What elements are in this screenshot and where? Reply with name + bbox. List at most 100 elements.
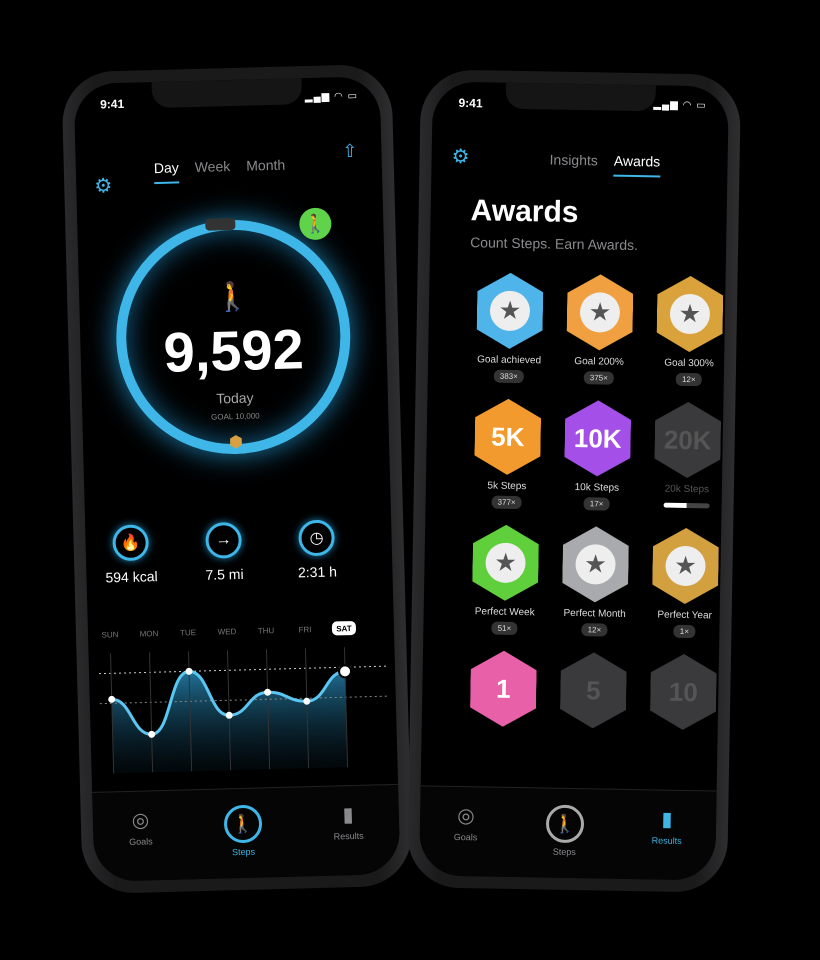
nav-steps[interactable]: 🚶 Steps <box>545 804 585 858</box>
badge-text: 10 <box>668 676 699 707</box>
awards-grid: ★ Goal achieved 383× ★ Goal 200% 375× ★ Goal 30… <box>458 272 729 737</box>
award-item[interactable]: ★ Goal 300% 12× <box>644 275 729 387</box>
award-count: 17× <box>583 497 610 511</box>
day-label-sun[interactable]: SUN <box>101 630 118 639</box>
award-count: 12× <box>675 372 702 387</box>
award-count: 12× <box>581 623 608 637</box>
award-name: Perfect Month <box>563 607 626 620</box>
award-count: 383× <box>493 369 524 384</box>
tab-month[interactable]: Month <box>246 157 286 182</box>
right-phone: 9:41 ▂▄▆ ◠ ▭ ⚙ Insights Awards Awards Co… <box>406 69 742 893</box>
nav-label: Goals <box>453 831 478 843</box>
day-label-sat[interactable]: SAT <box>336 624 352 633</box>
notch <box>505 82 656 112</box>
award-name: Goal achieved <box>477 354 542 367</box>
award-count: 377× <box>491 495 522 510</box>
star-icon: ★ <box>670 294 711 335</box>
bar-chart-icon: ▮ <box>661 808 673 831</box>
day-label-tue[interactable]: TUE <box>180 628 196 637</box>
distance-value: 7.5 mi <box>205 565 244 583</box>
tab-awards[interactable]: Awards <box>613 152 661 178</box>
award-name: 5k Steps <box>487 480 527 493</box>
clock-icon: ◷ <box>298 519 336 557</box>
award-item[interactable]: 5K 5k Steps 377× <box>462 398 554 510</box>
star-icon: ★ <box>575 544 616 585</box>
award-badge-icon: ★ <box>562 526 629 603</box>
stat-distance: → 7.5 mi <box>178 521 270 583</box>
goal-ring-remaining <box>205 217 236 231</box>
nav-label: Steps <box>231 846 256 858</box>
nav-results[interactable]: ▮ Results <box>652 806 683 846</box>
badge-text: 5 <box>585 674 601 705</box>
calories-value: 594 kcal <box>105 568 158 586</box>
nav-label: Steps <box>552 846 576 858</box>
star-icon: ★ <box>580 292 621 333</box>
gear-icon[interactable]: ⚙ <box>451 144 469 169</box>
award-badge-icon: 1 <box>470 650 537 727</box>
award-item[interactable]: 10K 10k Steps 17× <box>551 400 643 512</box>
award-item[interactable]: ★ Goal 200% 375× <box>554 274 646 386</box>
award-item[interactable]: 5 <box>548 652 639 736</box>
awards-tabs: Insights Awards <box>549 152 661 178</box>
bottom-nav: ◎ Goals 🚶 Steps ▮ Results <box>419 785 717 881</box>
page-title: Awards <box>470 194 579 230</box>
award-count: 1× <box>673 624 696 639</box>
period-tabs: Day Week Month <box>153 157 286 185</box>
award-name: Perfect Week <box>474 606 535 619</box>
tab-insights[interactable]: Insights <box>549 152 598 177</box>
gear-icon[interactable]: ⚙ <box>94 173 113 198</box>
day-label-thu[interactable]: THU <box>258 626 275 635</box>
award-item[interactable]: ★ Perfect Year 1× <box>639 527 729 639</box>
award-name: Goal 300% <box>664 357 714 370</box>
award-name: Goal 200% <box>574 355 624 368</box>
share-icon[interactable]: ⇧ <box>342 141 358 162</box>
data-point-sat[interactable] <box>338 664 353 679</box>
page-subtitle: Count Steps. Earn Awards. <box>470 234 639 254</box>
award-badge-icon: 5 <box>560 652 627 729</box>
award-item[interactable]: 10 <box>638 653 729 737</box>
arrow-right-icon: → <box>205 521 243 559</box>
award-badge-icon: ★ <box>656 275 723 352</box>
award-item[interactable]: ★ Perfect Month 12× <box>549 526 641 638</box>
award-badge-icon: ★ <box>476 272 543 349</box>
nav-label: Goals <box>129 836 153 847</box>
tab-day[interactable]: Day <box>153 159 180 185</box>
status-time: 9:41 <box>99 96 125 112</box>
target-icon: ◎ <box>131 809 150 832</box>
flame-icon: 🔥 <box>112 524 150 562</box>
nav-steps[interactable]: 🚶 Steps <box>223 804 263 858</box>
day-label-mon[interactable]: MON <box>140 629 159 638</box>
nav-label: Results <box>651 835 682 846</box>
award-item[interactable]: 20K 20k Steps <box>641 401 728 513</box>
badge-text: 20K <box>663 424 712 455</box>
status-icons: ▂▄▆ ◠ ▭ <box>304 90 359 104</box>
bar-chart-icon: ▮ <box>342 804 354 827</box>
weekly-steps-chart[interactable]: SUN MON TUE WED THU FRI SAT <box>88 616 398 784</box>
award-item[interactable]: ★ Goal achieved 383× <box>464 272 556 384</box>
step-count: 9,592 <box>162 317 305 384</box>
badge-text: 1 <box>495 673 511 704</box>
walking-badge-icon[interactable]: 🚶 <box>298 207 332 241</box>
nav-goals[interactable]: ◎ Goals <box>454 803 478 842</box>
award-name: Perfect Year <box>657 609 712 622</box>
day-label-wed[interactable]: WED <box>218 627 237 636</box>
award-badge-icon: 5K <box>474 398 541 475</box>
day-label-fri[interactable]: FRI <box>298 625 311 634</box>
awards-screen: 9:41 ▂▄▆ ◠ ▭ ⚙ Insights Awards Awards Co… <box>419 81 729 881</box>
award-name: 10k Steps <box>574 482 620 494</box>
walking-icon: 🚶 <box>223 804 263 844</box>
nav-results[interactable]: ▮ Results <box>333 802 363 842</box>
badge-text: 10K <box>573 422 622 454</box>
notch <box>151 78 303 109</box>
award-item[interactable]: 1 <box>458 650 549 734</box>
award-badge-icon: ★ <box>472 524 539 601</box>
award-badge-icon: ★ <box>652 527 719 604</box>
award-item[interactable]: ★ Perfect Week 51× <box>459 524 551 636</box>
nav-goals[interactable]: ◎ Goals <box>128 807 153 847</box>
award-name: 20k Steps <box>664 483 710 496</box>
left-phone: 9:41 ▂▄▆ ◠ ▭ ⚙ Day Week Month ⇧ 🚶 🚶 9,59… <box>61 63 413 895</box>
award-badge-icon: 20K <box>654 401 721 478</box>
tab-week[interactable]: Week <box>195 158 231 183</box>
star-icon: ★ <box>485 542 526 583</box>
target-icon: ◎ <box>457 805 475 828</box>
